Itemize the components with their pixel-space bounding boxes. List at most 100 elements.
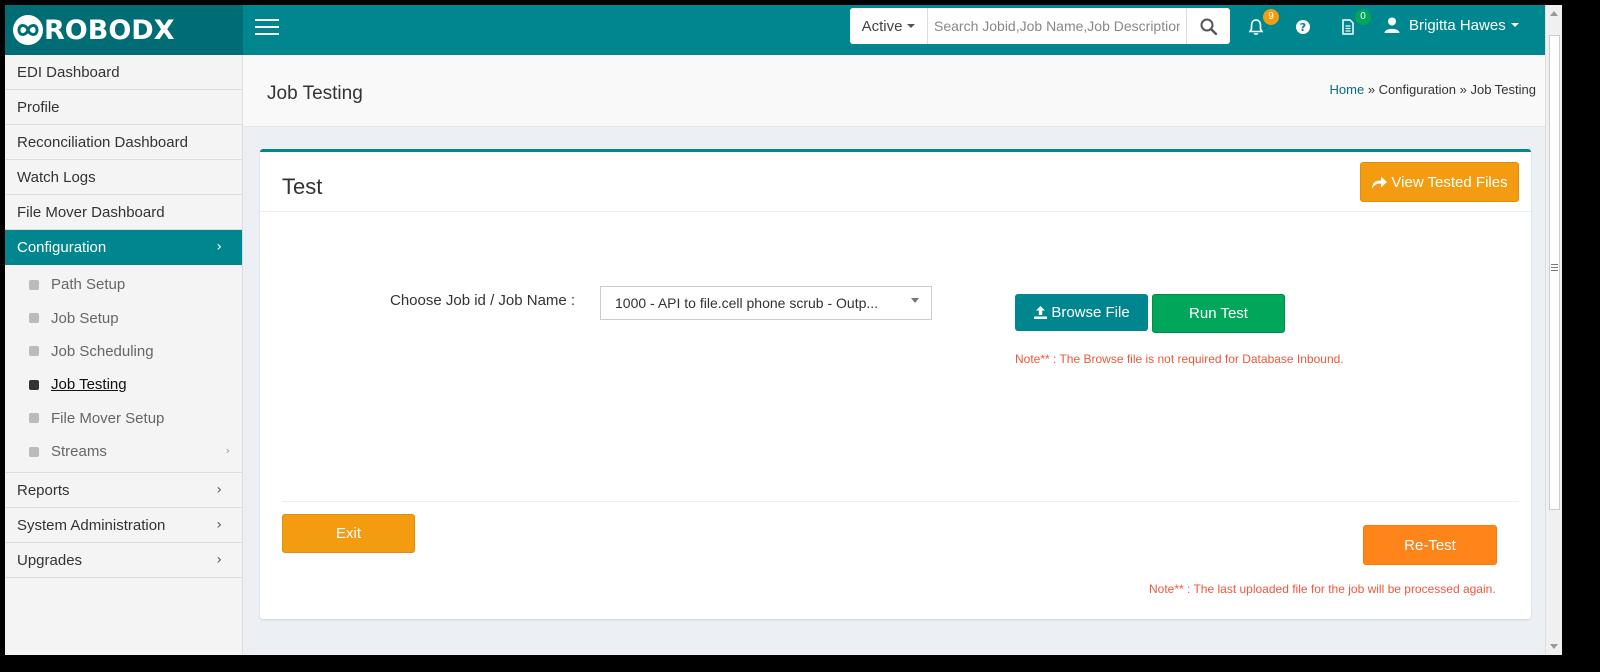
hamburger-icon[interactable] xyxy=(255,19,279,39)
submenu-item-file-mover-setup[interactable]: File Mover Setup xyxy=(5,402,242,435)
sidebar-item-edi-dashboard[interactable]: EDI Dashboard xyxy=(5,55,242,90)
user-menu[interactable]: Brigitta Hawes xyxy=(1383,16,1519,34)
sidebar-item-label: Reconciliation Dashboard xyxy=(17,133,188,151)
documents-badge: 0 xyxy=(1355,9,1371,25)
job-select-dropdown[interactable]: 1000 - API to file.cell phone scrub - Ou… xyxy=(600,286,932,320)
retest-note: Note** : The last uploaded file for the … xyxy=(1149,582,1496,596)
sidebar-item-reconciliation-dashboard[interactable]: Reconciliation Dashboard xyxy=(5,125,242,160)
caret-down-icon xyxy=(907,24,916,28)
sidebar-item-label: Upgrades xyxy=(17,551,83,569)
scrollbar-thumb[interactable] xyxy=(1549,35,1560,510)
bell-icon xyxy=(1248,19,1264,35)
square-bullet-icon xyxy=(29,313,39,324)
submenu-item-path-setup[interactable]: Path Setup xyxy=(5,268,242,301)
sidebar-item-upgrades[interactable]: Upgrades › xyxy=(5,543,242,579)
breadcrumb: Home » Configuration » Job Testing xyxy=(1330,82,1536,97)
page-title: Job Testing xyxy=(267,83,363,104)
caret-down-icon xyxy=(1510,23,1519,27)
exit-label: Exit xyxy=(335,525,361,542)
configuration-submenu: Path Setup Job Setup Job Scheduling Job … xyxy=(5,265,242,474)
browse-note: Note** : The Browse file is not required… xyxy=(1015,352,1344,366)
sidebar-item-label: File Mover Dashboard xyxy=(17,203,165,221)
search-group: Active xyxy=(850,8,1230,44)
sidebar-item-watch-logs[interactable]: Watch Logs xyxy=(5,160,242,195)
svg-text:?: ? xyxy=(1300,21,1306,34)
browse-file-button[interactable]: Browse File xyxy=(1015,294,1148,331)
sidebar-item-reports[interactable]: Reports › xyxy=(5,473,242,509)
chevron-right-icon: › xyxy=(216,239,222,255)
breadcrumb-current: Job Testing xyxy=(1470,82,1536,97)
submenu-item-job-scheduling[interactable]: Job Scheduling xyxy=(5,335,242,368)
sidebar-item-profile[interactable]: Profile xyxy=(5,90,242,125)
notifications-button[interactable]: 9 xyxy=(1247,9,1279,40)
app-window: ROBODX Active 9 ? 0 Brigitta Hawes xyxy=(5,5,1552,655)
submenu-item-job-testing[interactable]: Job Testing xyxy=(5,368,242,401)
run-test-button[interactable]: Run Test xyxy=(1152,294,1285,333)
upload-icon xyxy=(1034,306,1048,319)
submenu-item-streams[interactable]: Streams › xyxy=(5,435,242,468)
chevron-right-icon: › xyxy=(216,552,222,569)
user-name: Brigitta Hawes xyxy=(1409,16,1506,34)
square-bullet-icon xyxy=(29,346,39,357)
robot-logo-icon xyxy=(13,15,43,45)
sidebar-item-label: EDI Dashboard xyxy=(17,63,120,81)
top-navbar: Active 9 ? 0 Brigitta Hawes xyxy=(243,5,1552,55)
breadcrumb-section: Configuration xyxy=(1378,82,1456,97)
test-panel-header: Test View Tested Files xyxy=(260,152,1531,212)
view-tested-files-button[interactable]: View Tested Files xyxy=(1360,162,1519,202)
scroll-down-icon[interactable] xyxy=(1550,644,1558,649)
submenu-item-label: Job Setup xyxy=(51,309,119,327)
panel-title: Test xyxy=(282,174,323,199)
sidebar: EDI Dashboard Profile Reconciliation Das… xyxy=(5,55,243,655)
browse-file-label: Browse File xyxy=(1051,304,1130,321)
submenu-item-label: Job Scheduling xyxy=(51,342,154,360)
job-select-value: 1000 - API to file.cell phone scrub - Ou… xyxy=(615,295,879,311)
breadcrumb-separator: » xyxy=(1364,82,1379,97)
submenu-item-label: File Mover Setup xyxy=(51,409,165,427)
grip-icon xyxy=(1551,264,1558,273)
chevron-right-icon: › xyxy=(225,443,230,457)
chevron-right-icon: › xyxy=(216,482,222,499)
brand-name: ROBODX xyxy=(44,14,175,46)
documents-button[interactable]: 0 xyxy=(1339,9,1371,40)
submenu-item-label: Streams xyxy=(51,443,107,461)
breadcrumb-home-link[interactable]: Home xyxy=(1330,82,1365,97)
choose-job-label: Choose Job id / Job Name : xyxy=(390,292,576,309)
exit-button[interactable]: Exit xyxy=(282,514,415,553)
page-scrollbar[interactable] xyxy=(1545,5,1562,655)
retest-button[interactable]: Re-Test xyxy=(1363,525,1497,565)
brand-logo[interactable]: ROBODX xyxy=(5,5,243,55)
panel-divider xyxy=(282,501,1519,502)
chevron-right-icon: › xyxy=(216,517,222,534)
view-tested-files-label: View Tested Files xyxy=(1391,173,1508,191)
question-circle-icon: ? xyxy=(1296,20,1310,34)
document-icon xyxy=(1342,19,1354,35)
square-bullet-icon xyxy=(29,413,39,424)
status-filter-dropdown[interactable]: Active xyxy=(850,8,928,44)
sidebar-item-label: Profile xyxy=(17,98,60,116)
submenu-item-label: Job Testing xyxy=(51,376,127,394)
scroll-up-icon[interactable] xyxy=(1550,11,1558,16)
breadcrumb-separator: » xyxy=(1456,82,1471,97)
run-test-label: Run Test xyxy=(1189,305,1248,322)
status-filter-label: Active xyxy=(861,17,903,35)
sidebar-item-label: Watch Logs xyxy=(17,168,96,186)
sidebar-item-system-administration[interactable]: System Administration › xyxy=(5,508,242,544)
sidebar-item-label: Configuration xyxy=(17,238,107,256)
sidebar-item-label: System Administration xyxy=(17,516,166,534)
notifications-badge: 9 xyxy=(1263,9,1279,25)
submenu-item-label: Path Setup xyxy=(51,276,126,294)
sidebar-item-file-mover-dashboard[interactable]: File Mover Dashboard xyxy=(5,195,242,230)
user-icon xyxy=(1384,17,1400,33)
square-bullet-icon xyxy=(29,379,39,390)
help-button[interactable]: ? xyxy=(1294,18,1316,40)
search-input[interactable] xyxy=(928,8,1186,44)
sidebar-item-configuration[interactable]: Configuration › xyxy=(5,230,242,265)
sidebar-item-label: Reports xyxy=(17,481,70,499)
search-icon xyxy=(1200,18,1217,35)
square-bullet-icon xyxy=(29,279,39,290)
test-panel: Test View Tested Files Choose Job id / J… xyxy=(260,149,1531,619)
share-icon xyxy=(1372,176,1388,189)
search-button[interactable] xyxy=(1186,8,1230,44)
submenu-item-job-setup[interactable]: Job Setup xyxy=(5,301,242,334)
